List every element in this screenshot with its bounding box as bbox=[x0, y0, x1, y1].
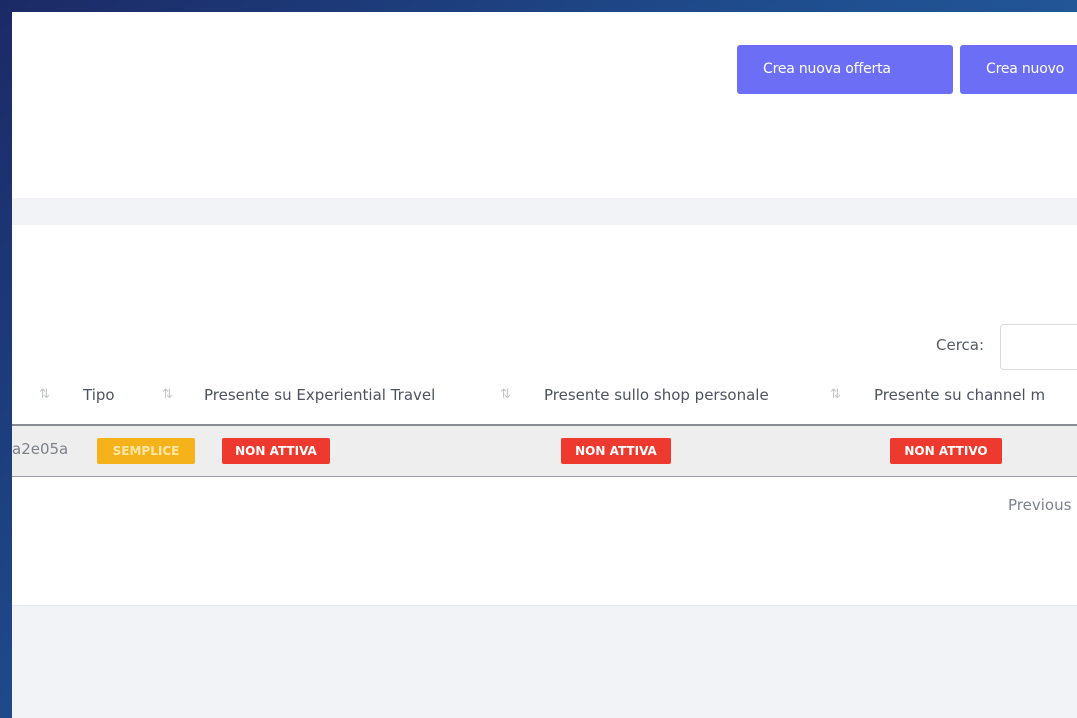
sort-icon[interactable]: ⇅ bbox=[39, 387, 50, 402]
channel-manager-status-badge: NON ATTIVO bbox=[890, 438, 1002, 464]
pagination-previous-link[interactable]: Previous bbox=[1008, 496, 1071, 514]
create-offer-button[interactable]: Crea nuova offerta bbox=[737, 45, 953, 94]
sort-icon[interactable]: ⇅ bbox=[830, 387, 841, 402]
sort-icon[interactable]: ⇅ bbox=[162, 387, 173, 402]
divider bbox=[12, 605, 1077, 606]
app-window: Crea nuova offerta Crea nuovo Cerca: ⇅ T… bbox=[12, 12, 1077, 718]
header-card: Crea nuova offerta Crea nuovo bbox=[12, 12, 1077, 198]
column-header-shop-personale[interactable]: Presente sullo shop personale bbox=[544, 386, 769, 404]
offer-id-cell: a2e05a bbox=[12, 440, 69, 458]
table-header: ⇅ Tipo ⇅ Presente su Experiential Travel… bbox=[12, 373, 1077, 426]
create-new-button[interactable]: Crea nuovo bbox=[960, 45, 1077, 94]
column-header-experiential-travel[interactable]: Presente su Experiential Travel bbox=[204, 386, 435, 404]
shop-personale-status-badge: NON ATTIVA bbox=[561, 438, 671, 464]
sort-icon[interactable]: ⇅ bbox=[500, 387, 511, 402]
experiential-travel-status-badge: NON ATTIVA bbox=[222, 438, 330, 464]
column-header-tipo[interactable]: Tipo bbox=[83, 386, 115, 404]
desktop-background: Crea nuova offerta Crea nuovo Cerca: ⇅ T… bbox=[0, 0, 1077, 718]
offers-table-card: Cerca: ⇅ Tipo ⇅ Presente su Experiential… bbox=[12, 225, 1077, 605]
search-input[interactable] bbox=[1000, 324, 1077, 370]
type-badge: SEMPLICE bbox=[97, 438, 195, 464]
table-row[interactable]: a2e05a SEMPLICE NON ATTIVA NON ATTIVA NO… bbox=[12, 426, 1077, 477]
search-label: Cerca: bbox=[936, 336, 985, 354]
column-header-channel-manager[interactable]: Presente su channel m bbox=[874, 386, 1045, 404]
